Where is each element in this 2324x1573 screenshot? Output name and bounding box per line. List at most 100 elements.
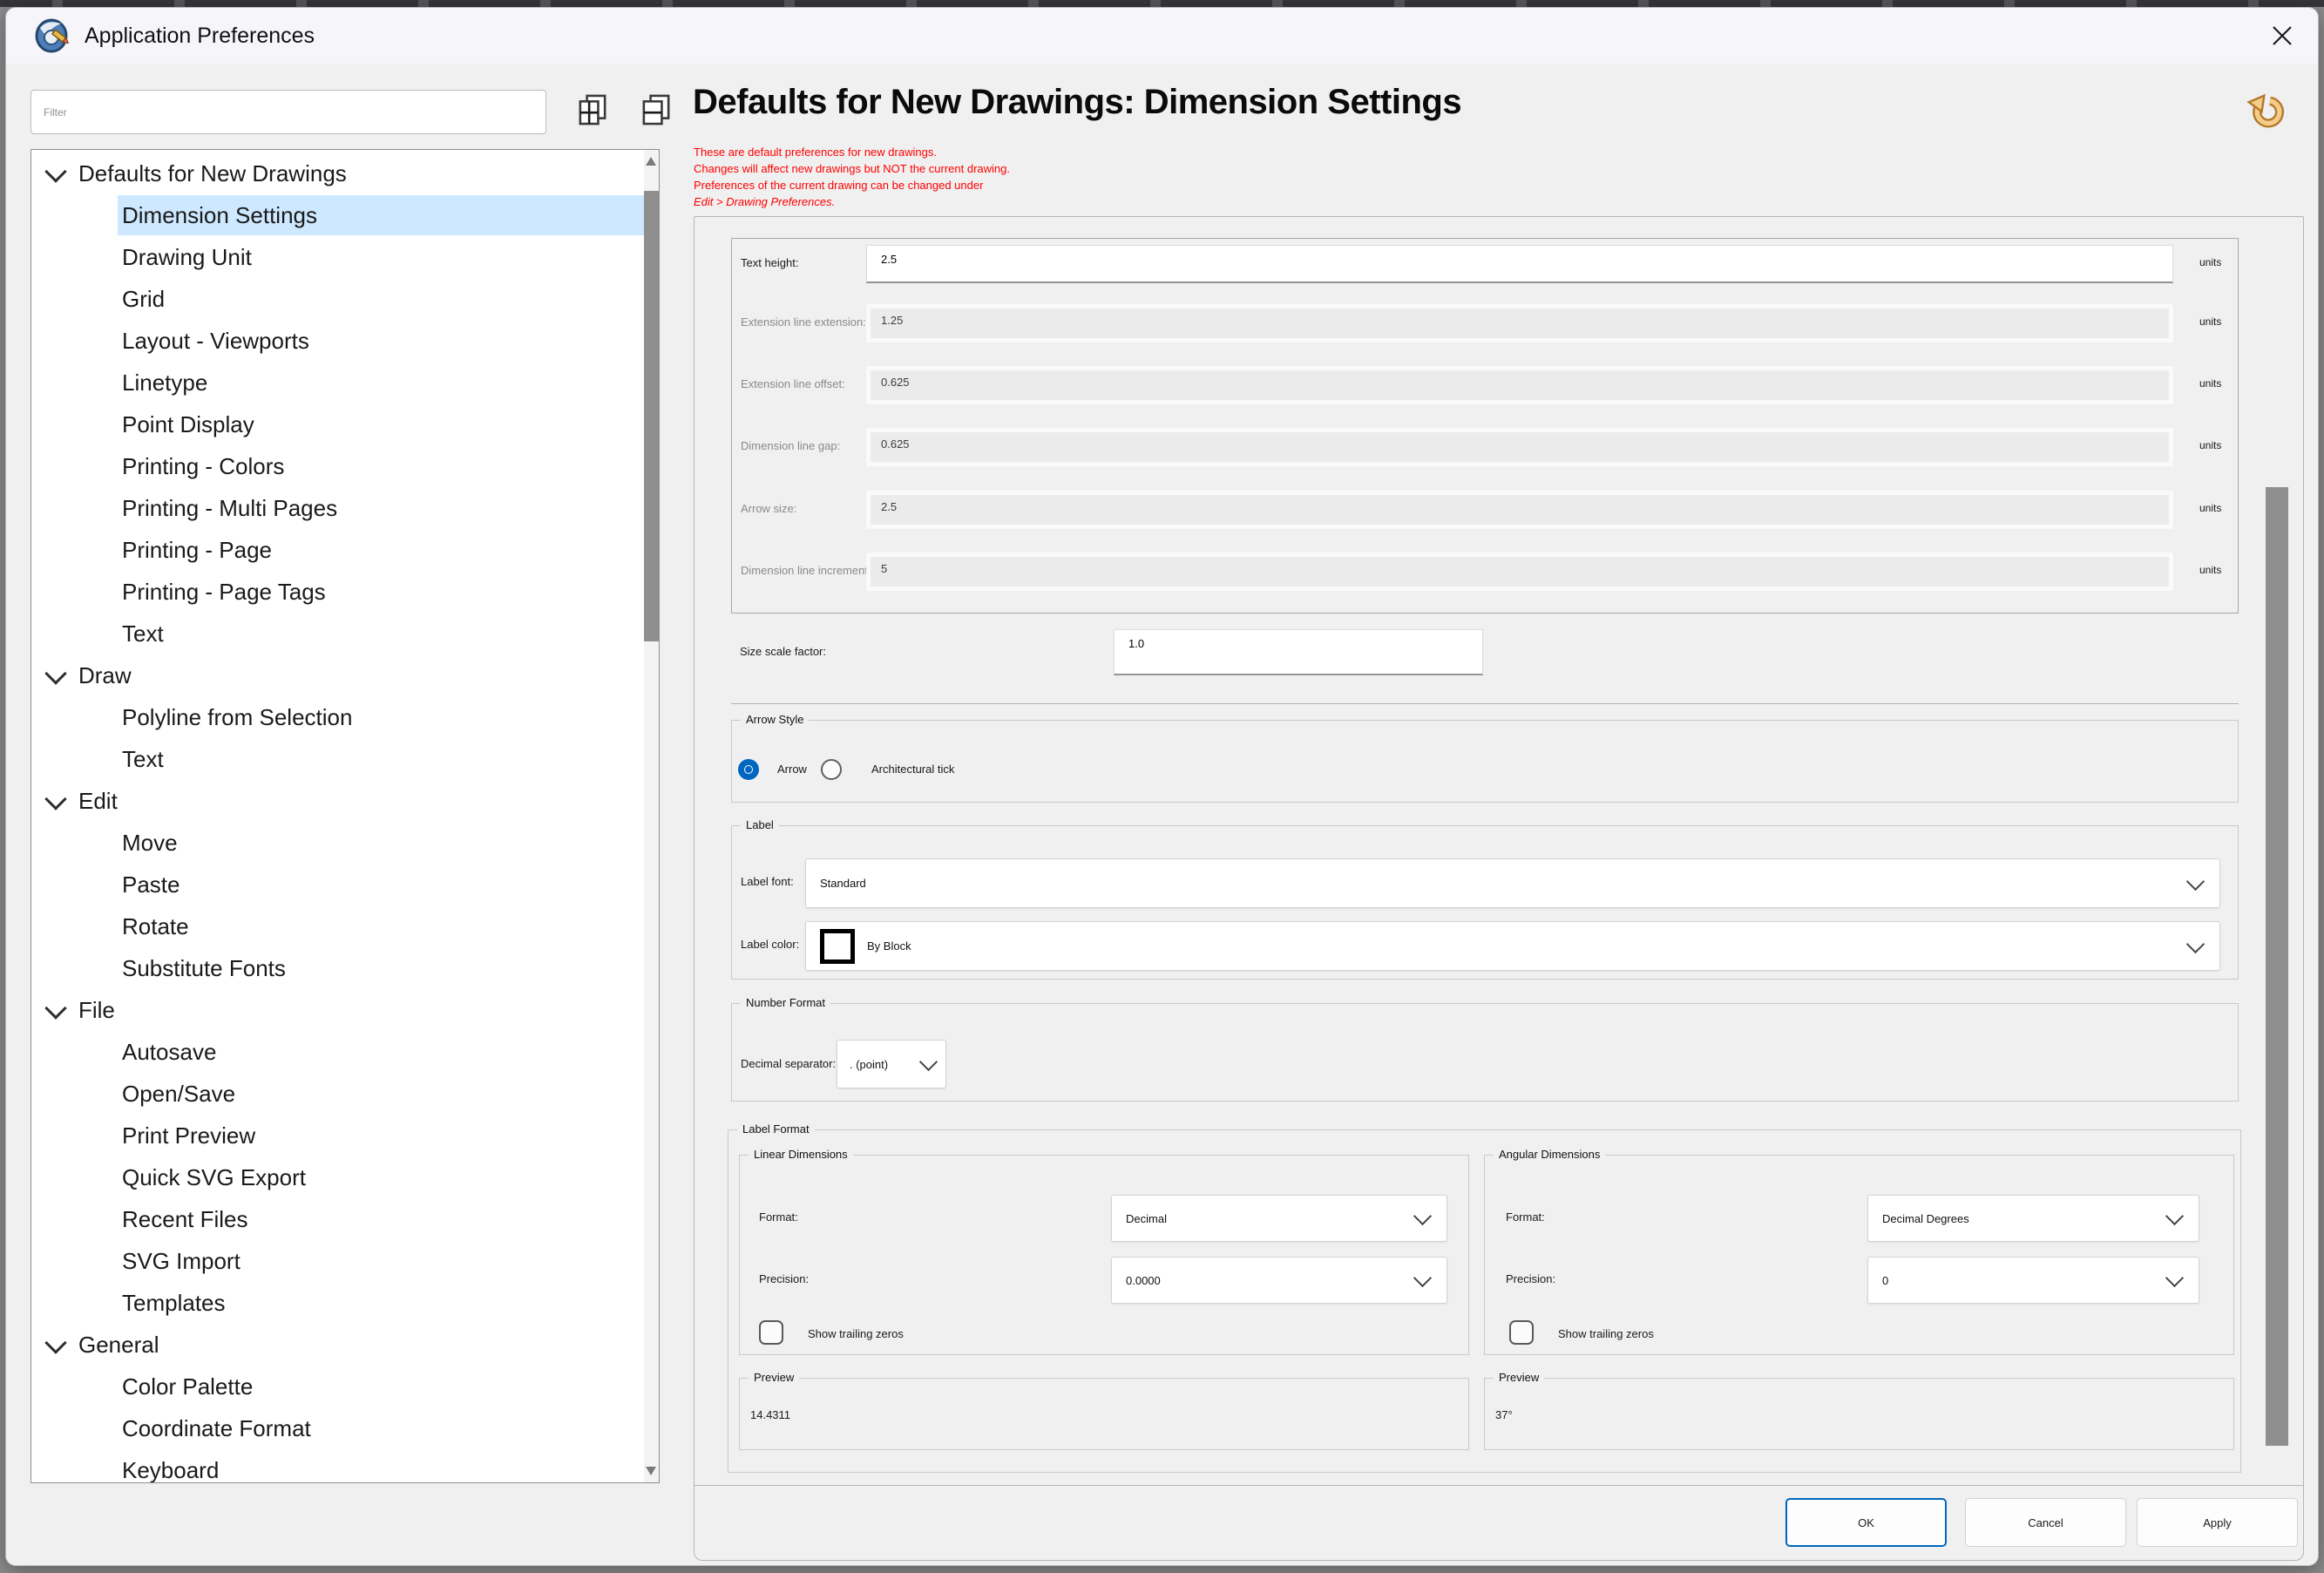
apply-button[interactable]: Apply (2137, 1498, 2298, 1547)
cancel-button[interactable]: Cancel (1965, 1498, 2126, 1547)
angular-preview-value: 37° (1495, 1408, 1513, 1421)
linear-format-value: Decimal (1126, 1212, 1167, 1225)
tree-item-edit[interactable]: Edit (38, 781, 640, 821)
tree-item-polyline-from-selection[interactable]: Polyline from Selection (118, 697, 644, 737)
linear-show-trailing-zeros-label[interactable]: Show trailing zeros (808, 1327, 904, 1340)
linear-precision-select[interactable]: 0.0000 (1111, 1257, 1447, 1304)
tree-item-color-palette[interactable]: Color Palette (118, 1366, 644, 1407)
notice-line: Changes will affect new drawings but NOT… (694, 160, 1010, 177)
architectural-tick-radio-label[interactable]: Architectural tick (871, 763, 954, 776)
angular-precision-select[interactable]: 0 (1867, 1257, 2199, 1304)
label-font-select[interactable]: Standard (805, 858, 2220, 908)
tree-item-dimension-settings[interactable]: Dimension Settings (118, 195, 644, 235)
linear-preview-value: 14.4311 (750, 1408, 790, 1421)
angular-format-value: Decimal Degrees (1882, 1212, 1969, 1225)
expand-all-button[interactable] (576, 94, 608, 127)
decimal-separator-select[interactable]: . (point) (837, 1040, 946, 1088)
tree-item-layout-viewports[interactable]: Layout - Viewports (118, 321, 644, 361)
arrow-size-label: Arrow size: (741, 502, 796, 515)
tree-item-templates[interactable]: Templates (118, 1283, 644, 1323)
angular-precision-value: 0 (1882, 1274, 1888, 1287)
tree-item-autosave[interactable]: Autosave (118, 1032, 644, 1072)
chevron-down-icon[interactable] (44, 998, 68, 1022)
tree-item-substitute-fonts[interactable]: Substitute Fonts (118, 948, 644, 988)
number-format-legend: Number Format (741, 996, 830, 1009)
tree-scrollbar-thumb[interactable] (644, 191, 659, 641)
angular-format-select[interactable]: Decimal Degrees (1867, 1195, 2199, 1242)
tree-item-label: Printing - Page (122, 537, 272, 564)
tree-item-open-save[interactable]: Open/Save (118, 1074, 644, 1114)
tree-item-printing-colors[interactable]: Printing - Colors (118, 446, 644, 486)
extension-line-offset-label: Extension line offset: (741, 377, 845, 390)
tree-item-printing-page[interactable]: Printing - Page (118, 530, 644, 570)
tree-item-label: Recent Files (122, 1206, 248, 1233)
chevron-down-icon[interactable] (44, 663, 68, 688)
angular-show-trailing-zeros-checkbox[interactable] (1509, 1320, 1534, 1345)
text-height-input[interactable]: 2.5 (866, 245, 2173, 283)
label-font-label: Label font: (741, 875, 794, 888)
tree-item-move[interactable]: Move (118, 823, 644, 863)
label-font-value: Standard (820, 877, 866, 890)
arrow-size-input: 2.5 (866, 491, 2173, 529)
scroll-down-icon[interactable] (646, 1467, 656, 1475)
tree-item-svg-import[interactable]: SVG Import (118, 1241, 644, 1281)
linear-precision-value: 0.0000 (1126, 1274, 1161, 1287)
scroll-up-icon[interactable] (646, 157, 656, 166)
tree-item-label: Printing - Colors (122, 453, 284, 480)
tree-item-draw[interactable]: Draw (38, 655, 640, 695)
label-color-select[interactable]: By Block (805, 921, 2220, 971)
ok-button[interactable]: OK (1785, 1498, 1947, 1547)
tree-item-coordinate-format[interactable]: Coordinate Format (118, 1408, 644, 1448)
architectural-tick-radio[interactable] (821, 759, 842, 780)
tree-item-text-defaults[interactable]: Text (118, 614, 644, 654)
tree-item-quick-svg-export[interactable]: Quick SVG Export (118, 1157, 644, 1197)
angular-dimensions-group: Angular Dimensions Format: Decimal Degre… (1484, 1155, 2234, 1355)
tree-item-label: Text (122, 746, 164, 773)
angular-show-trailing-zeros-label[interactable]: Show trailing zeros (1558, 1327, 1654, 1340)
tree-item-printing-page-tags[interactable]: Printing - Page Tags (118, 572, 644, 612)
tree-item-label: Defaults for New Drawings (78, 160, 347, 187)
tree-item-general[interactable]: General (38, 1325, 640, 1365)
tree-item-label: Paste (122, 871, 180, 898)
tree-item-recent-files[interactable]: Recent Files (118, 1199, 644, 1239)
angular-format-label: Format: (1506, 1210, 1545, 1224)
settings-scrollbar-thumb[interactable] (2266, 487, 2288, 1446)
size-scale-factor-input[interactable]: 1.0 (1114, 629, 1483, 675)
arrow-radio[interactable] (738, 759, 759, 780)
tree-item-keyboard[interactable]: Keyboard (118, 1450, 644, 1483)
linear-show-trailing-zeros-checkbox[interactable] (759, 1320, 783, 1345)
tree-item-linetype[interactable]: Linetype (118, 363, 644, 403)
tree-item-defaults-for-new-drawings[interactable]: Defaults for New Drawings (38, 153, 640, 193)
tree-item-rotate[interactable]: Rotate (118, 906, 644, 946)
chevron-down-icon[interactable] (44, 1332, 68, 1357)
chevron-down-icon[interactable] (44, 789, 68, 813)
tree-item-drawing-unit[interactable]: Drawing Unit (118, 237, 644, 277)
tree-item-point-display[interactable]: Point Display (118, 404, 644, 444)
tree-scrollbar[interactable] (644, 150, 659, 1482)
arrow-style-legend: Arrow Style (741, 713, 809, 726)
label-group: Label Label font: Standard Label color: … (731, 825, 2239, 980)
tree-item-file[interactable]: File (38, 990, 640, 1030)
chevron-down-icon[interactable] (44, 161, 68, 186)
tree-item-label: Printing - Multi Pages (122, 495, 337, 522)
expand-all-icon (578, 94, 607, 125)
arrow-radio-label[interactable]: Arrow (777, 763, 807, 776)
tree-item-printing-multi-pages[interactable]: Printing - Multi Pages (118, 488, 644, 528)
tree-item-print-preview[interactable]: Print Preview (118, 1115, 644, 1156)
text-height-label: Text height: (741, 256, 799, 269)
linear-format-select[interactable]: Decimal (1111, 1195, 1447, 1242)
dimension-line-gap-input: 0.625 (866, 428, 2173, 466)
tree-item-text-draw[interactable]: Text (118, 739, 644, 779)
undo-icon[interactable] (2246, 90, 2287, 130)
filter-input[interactable] (30, 90, 546, 134)
collapse-all-button[interactable] (640, 94, 672, 127)
tree-item-grid[interactable]: Grid (118, 279, 644, 319)
units-label: units (2199, 256, 2221, 268)
tree-item-label: Draw (78, 662, 132, 689)
label-format-group: Label Format Linear Dimensions Format: D… (728, 1129, 2241, 1473)
titlebar[interactable]: Application Preferences (6, 8, 2318, 64)
tree-item-paste[interactable]: Paste (118, 864, 644, 905)
tree-item-label: Color Palette (122, 1373, 253, 1400)
close-icon[interactable] (2265, 18, 2300, 53)
dimension-line-increment-input: 5 (866, 553, 2173, 591)
